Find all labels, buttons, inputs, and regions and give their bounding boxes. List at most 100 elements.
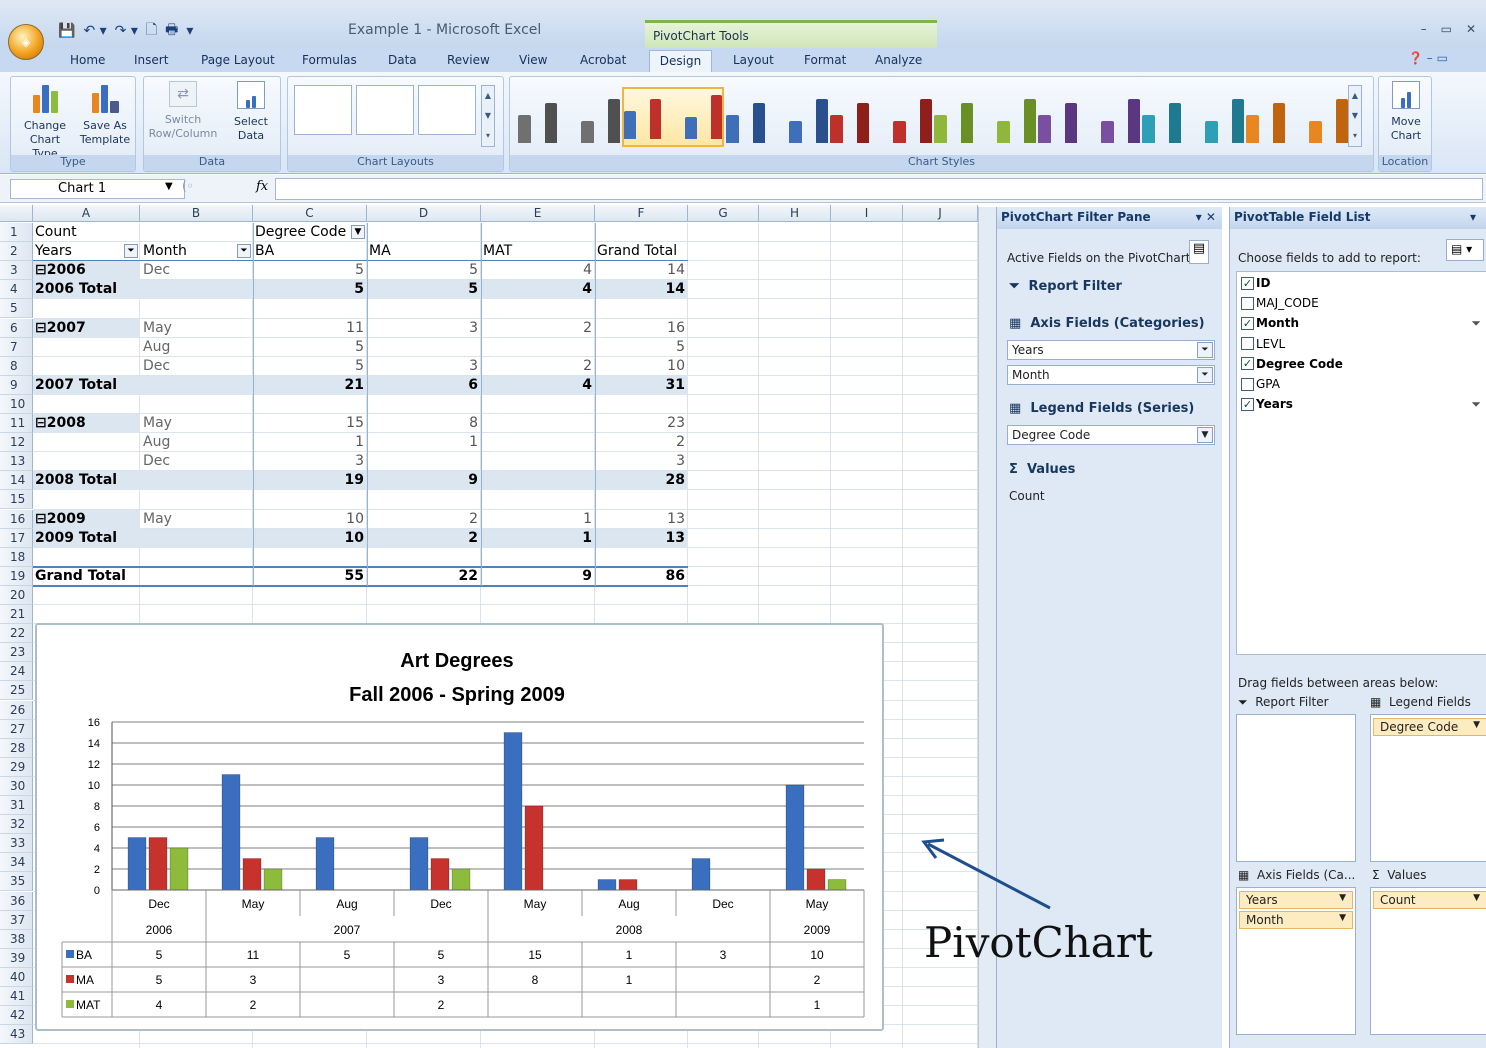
row-header-26[interactable]: 26 (0, 700, 33, 720)
tab-data[interactable]: Data (388, 53, 417, 67)
years-filter-combo[interactable]: Years ⏷ (1007, 340, 1215, 360)
row-header-37[interactable]: 37 (0, 910, 33, 930)
row-header-5[interactable]: 5 (0, 299, 33, 319)
row-header-28[interactable]: 28 (0, 738, 33, 758)
bar-ma-7[interactable] (806, 868, 826, 891)
filter-dropdown-icon[interactable]: ⏷ (1197, 367, 1213, 383)
tab-analyze[interactable]: Analyze (875, 53, 922, 67)
field-checkbox[interactable] (1241, 296, 1254, 310)
row-header-43[interactable]: 43 (0, 1025, 33, 1045)
field-id[interactable]: ✓ ID (1241, 276, 1481, 290)
column-header-B[interactable]: B (140, 205, 253, 222)
undo-icon[interactable]: ↶ ▾ (83, 23, 106, 39)
customize-qat-icon[interactable]: ▾ (186, 23, 193, 39)
dropdown-icon[interactable]: ▼ (1473, 893, 1480, 903)
row-header-18[interactable]: 18 (0, 547, 33, 567)
row-header-23[interactable]: 23 (0, 643, 33, 663)
column-header-C[interactable]: C (253, 205, 367, 222)
bar-ma-0[interactable] (148, 837, 168, 891)
tab-design[interactable]: Design (649, 50, 712, 74)
chart-style-5[interactable] (934, 89, 1036, 149)
bar-ma-3[interactable] (430, 858, 450, 891)
restore-icon[interactable]: ▭ (1441, 22, 1452, 36)
bar-ba-7[interactable] (785, 784, 805, 891)
years-filter-icon[interactable]: ⏷ (124, 244, 138, 259)
field-years[interactable]: ✓ Years ⏷ (1241, 397, 1481, 411)
name-box[interactable]: Chart 1 (10, 179, 185, 199)
dropdown-icon[interactable]: ▼ (1473, 720, 1480, 730)
tab-acrobat[interactable]: Acrobat (580, 53, 626, 67)
chart-layout-2[interactable] (356, 85, 414, 135)
dropdown-icon[interactable]: ▼ (1339, 893, 1346, 903)
worksheet[interactable]: A B C D E F G H I J 1 2 3 4 5 6 7 8 9 10 11 12 13 14 15 16 17 18 19 2… (0, 205, 978, 1048)
filter-pane-close-icon[interactable]: ▾ ✕ (1196, 210, 1216, 224)
row-header-11[interactable]: 11 (0, 414, 33, 434)
change-chart-type-button[interactable]: Change Chart Type (17, 81, 73, 161)
legend-fields-zone[interactable]: Degree Code ▼ (1370, 714, 1486, 862)
row-header-9[interactable]: 9 (0, 375, 33, 395)
bar-mat-0[interactable] (169, 847, 189, 891)
column-header-E[interactable]: E (481, 205, 595, 222)
tab-format[interactable]: Format (804, 53, 846, 67)
row-header-13[interactable]: 13 (0, 452, 33, 472)
pivot-chart[interactable]: Art Degrees Fall 2006 - Spring 2009 0 2 4 6 8 1… (35, 623, 884, 1031)
help-icon[interactable]: ❓ – ▭ (1408, 51, 1448, 65)
tab-formulas[interactable]: Formulas (302, 53, 357, 67)
row-header-31[interactable]: 31 (0, 796, 33, 816)
row-header-25[interactable]: 25 (0, 681, 33, 701)
close-icon[interactable]: ✕ (1466, 22, 1476, 36)
values-count-pill[interactable]: Count ▼ (1373, 891, 1486, 909)
bar-ba-1[interactable] (221, 774, 241, 891)
quick-print-icon[interactable]: 🖶 (165, 19, 178, 43)
field-checkbox[interactable]: ✓ (1241, 276, 1254, 290)
filter-dropdown-icon[interactable]: ⏷ (1197, 342, 1213, 358)
axis-month-pill[interactable]: Month ▼ (1239, 911, 1353, 929)
bar-mat-1[interactable] (263, 868, 283, 891)
row-header-21[interactable]: 21 (0, 605, 33, 625)
tab-layout[interactable]: Layout (733, 53, 774, 67)
row-header-3[interactable]: 3 (0, 261, 33, 281)
tab-home[interactable]: Home (70, 53, 105, 67)
chart-layout-3[interactable] (418, 85, 476, 135)
chart-style-7[interactable] (1142, 89, 1244, 149)
fx-icon[interactable]: fx (256, 179, 268, 194)
tab-view[interactable]: View (519, 53, 547, 67)
column-header-H[interactable]: H (759, 205, 831, 222)
formula-input[interactable] (275, 178, 1483, 200)
row-header-17[interactable]: 17 (0, 528, 33, 548)
dropdown-icon[interactable]: ▼ (1197, 427, 1213, 443)
row-header-7[interactable]: 7 (0, 337, 33, 357)
save-as-template-button[interactable]: Save As Template (77, 81, 133, 147)
select-all-corner[interactable] (0, 205, 33, 222)
tab-review[interactable]: Review (447, 53, 490, 67)
column-header-D[interactable]: D (367, 205, 481, 222)
row-header-29[interactable]: 29 (0, 757, 33, 777)
bar-ba-3[interactable] (409, 837, 429, 891)
chart-layout-1[interactable] (294, 85, 352, 135)
row-header-2[interactable]: 2 (0, 242, 33, 262)
values-zone[interactable]: Count ▼ (1370, 887, 1486, 1035)
report-filter-zone[interactable] (1236, 714, 1356, 862)
field-checkbox[interactable]: ✓ (1241, 357, 1254, 371)
axis-fields-zone[interactable]: Years ▼ Month ▼ (1236, 887, 1356, 1035)
bar-ba-5[interactable] (597, 879, 617, 891)
row-header-42[interactable]: 42 (0, 1006, 33, 1026)
row-header-20[interactable]: 20 (0, 585, 33, 605)
chart-style-4[interactable] (830, 89, 932, 149)
degree-code-filter-dropdown-icon[interactable]: ▼ (351, 225, 365, 239)
field-maj-code[interactable]: MAJ_CODE (1241, 296, 1481, 310)
row-header-33[interactable]: 33 (0, 834, 33, 854)
row-header-24[interactable]: 24 (0, 662, 33, 682)
column-header-J[interactable]: J (903, 205, 978, 222)
column-header-I[interactable]: I (831, 205, 903, 222)
switch-row-column-button[interactable]: ⇄ Switch Row/Column (148, 81, 218, 141)
bar-ba-4[interactable] (503, 732, 523, 891)
chart-style-3[interactable] (726, 89, 828, 149)
row-header-4[interactable]: 4 (0, 280, 33, 300)
move-chart-button[interactable]: Move Chart (1381, 81, 1431, 143)
formula-expand-icon[interactable]: (◦ (182, 179, 194, 193)
month-filter-combo[interactable]: Month ⏷ (1007, 365, 1215, 385)
column-header-A[interactable]: A (33, 205, 140, 222)
field-checkbox[interactable] (1241, 377, 1254, 391)
bar-mat-3[interactable] (451, 868, 471, 891)
